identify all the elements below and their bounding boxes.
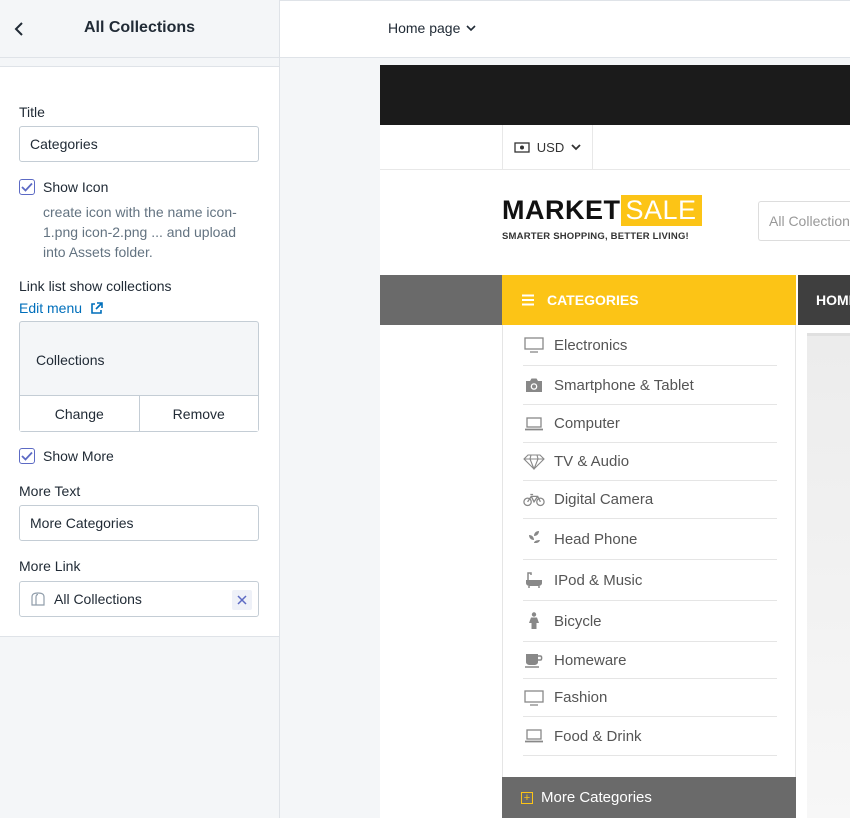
category-item[interactable]: Head Phone [523, 519, 777, 560]
show-icon-label: Show Icon [43, 179, 109, 195]
category-label: Smartphone & Tablet [554, 376, 694, 394]
logo-market-text: MARKET [502, 194, 621, 225]
leaf-icon [529, 531, 540, 547]
announcement-bar [380, 65, 850, 125]
category-item[interactable]: Fashion [523, 679, 777, 717]
person-icon [529, 612, 539, 629]
category-item[interactable]: Smartphone & Tablet [523, 366, 777, 405]
page-selector[interactable]: Home page [388, 20, 476, 36]
category-item[interactable]: TV & Audio [523, 443, 777, 481]
monitor-icon [524, 689, 544, 706]
page-selector-label: Home page [388, 20, 461, 36]
currency-label: USD [536, 140, 565, 155]
category-label: IPod & Music [554, 571, 643, 589]
more-categories-button[interactable]: + More Categories [502, 777, 796, 818]
section-settings: Title Categories Show Icon create icon w… [0, 66, 279, 637]
category-label: Computer [554, 415, 620, 432]
category-label: Food & Drink [554, 727, 642, 745]
hero-banner [807, 333, 850, 818]
show-icon-help: create icon with the name icon-1.png ico… [43, 204, 237, 260]
camera-icon [526, 378, 542, 392]
diamond-icon [523, 453, 545, 470]
main-nav-bar: CATEGORIES HOME [380, 275, 850, 325]
bicycle-icon [523, 493, 545, 506]
more-text-label: More Text [19, 483, 81, 499]
category-label: TV & Audio [554, 453, 630, 470]
categories-menu-button[interactable]: CATEGORIES [502, 275, 796, 325]
category-label: Electronics [554, 336, 628, 354]
logo-tagline: SMARTER SHOPPING, BETTER LIVING! [502, 231, 689, 242]
title-input[interactable]: Categories [19, 126, 259, 162]
category-item[interactable]: Digital Camera [523, 481, 777, 519]
category-label: Digital Camera [554, 491, 654, 508]
currency-selector[interactable]: USD [502, 125, 593, 170]
category-item[interactable]: Food & Drink [523, 717, 777, 756]
edit-menu-link[interactable]: Edit menu [19, 300, 103, 316]
store-logo[interactable]: MARKET SALE SMARTER SHOPPING, BETTER LIV… [502, 194, 702, 242]
chevron-down-icon [466, 24, 476, 31]
collection-icon [31, 592, 45, 606]
store-preview: USD MARKET SALE SMARTER SHOPPING, BETTER… [380, 65, 850, 818]
laptop-icon [525, 729, 543, 743]
more-link-input[interactable]: All Collections [19, 581, 259, 617]
show-icon-checkbox[interactable]: Show Icon [19, 179, 108, 195]
categories-header-label: CATEGORIES [547, 292, 639, 308]
panel-header: All Collections [0, 0, 279, 58]
more-text-input[interactable]: More Categories [19, 505, 259, 541]
change-button[interactable]: Change [20, 396, 139, 431]
category-label: Homeware [554, 651, 627, 669]
monitor-icon [524, 337, 544, 353]
more-categories-label: More Categories [541, 789, 652, 806]
currency-row: USD [380, 125, 850, 170]
title-label: Title [19, 104, 45, 120]
remove-button[interactable]: Remove [138, 396, 259, 431]
category-label: Fashion [554, 689, 608, 706]
close-icon [237, 595, 247, 605]
external-link-icon [91, 301, 103, 314]
category-label: Head Phone [554, 530, 638, 548]
hamburger-icon [522, 294, 534, 306]
category-item[interactable]: Electronics [523, 325, 777, 366]
settings-panel: All Collections Title Categories Show Ic… [0, 0, 280, 818]
category-item[interactable]: IPod & Music [523, 560, 777, 601]
laptop-icon [525, 416, 543, 430]
chevron-down-icon [571, 144, 581, 151]
preview-toolbar: Home page [280, 0, 850, 58]
category-item[interactable]: Computer [523, 405, 777, 443]
coffee-cup-icon [525, 654, 543, 668]
show-more-checkbox[interactable]: Show More [19, 448, 114, 464]
nav-home-link[interactable]: HOME [796, 275, 850, 325]
link-list-label: Link list show collections [19, 278, 172, 294]
selected-collection-name: Collections [36, 352, 105, 368]
show-more-label: Show More [43, 448, 114, 464]
collection-search-select[interactable]: All Collection [758, 201, 850, 241]
category-label: Bicycle [554, 612, 602, 630]
category-item[interactable]: Bicycle [523, 601, 777, 642]
plus-icon: + [521, 791, 533, 804]
checkbox-checked-icon [19, 179, 35, 195]
collection-picker: Collections Change Remove [19, 321, 259, 432]
clear-link-button[interactable] [232, 590, 252, 610]
more-link-label: More Link [19, 558, 81, 574]
categories-list: Electronics Smartphone & Tablet Computer… [502, 325, 796, 778]
bathtub-icon [526, 572, 542, 588]
logo-sale-text: SALE [620, 194, 702, 226]
category-item[interactable]: Homeware [523, 642, 777, 679]
money-icon [514, 142, 530, 153]
edit-menu-label: Edit menu [19, 300, 83, 316]
panel-title: All Collections [83, 19, 196, 36]
checkbox-checked-icon [19, 448, 35, 464]
more-link-value: All Collections [54, 591, 142, 607]
